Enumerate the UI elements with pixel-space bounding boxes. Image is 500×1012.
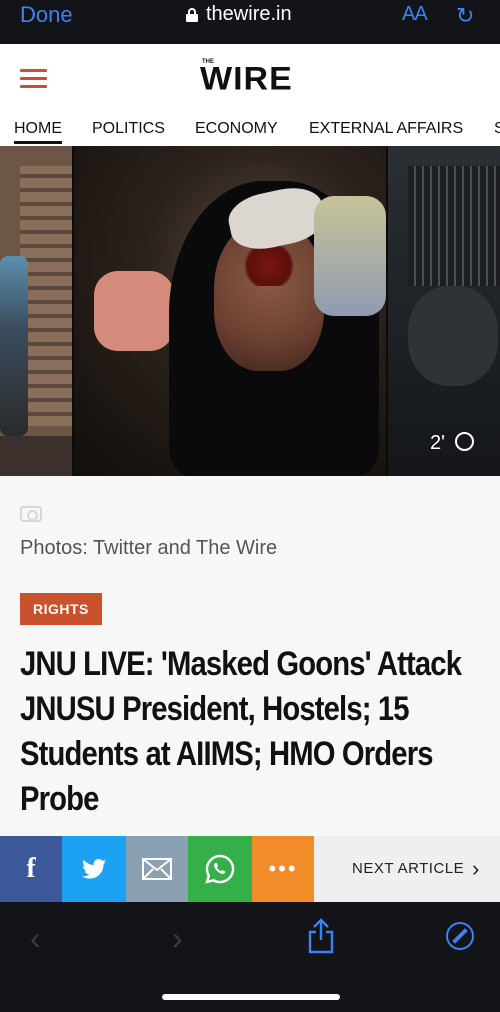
video-duration: 2' [430, 432, 474, 455]
share-icon[interactable] [306, 918, 336, 954]
facebook-share-button[interactable]: f [0, 836, 62, 902]
reload-icon[interactable]: ↻ [456, 3, 474, 29]
whatsapp-icon [205, 854, 235, 884]
whatsapp-share-button[interactable] [188, 836, 252, 902]
address-bar[interactable]: thewire.in [186, 3, 292, 26]
site-logo[interactable]: THE WIRE [200, 56, 293, 99]
twitter-share-button[interactable] [62, 836, 126, 902]
photo-main-panel [74, 146, 386, 476]
done-button[interactable]: Done [20, 2, 73, 28]
hamburger-menu-icon[interactable] [20, 69, 47, 89]
nav-item-overflow[interactable]: S [494, 120, 500, 138]
section-nav: HOME POLITICS ECONOMY EXTERNAL AFFAIRS S [0, 114, 500, 146]
camera-icon [20, 506, 42, 522]
chevron-right-icon[interactable]: › [472, 856, 479, 882]
url-text: thewire.in [206, 3, 292, 25]
lock-icon [186, 7, 198, 22]
home-indicator [162, 994, 340, 1000]
mail-icon [142, 858, 172, 880]
hero-photo[interactable]: 2' [0, 146, 500, 476]
site-header: THE WIRE [0, 44, 500, 114]
twitter-icon [82, 859, 106, 879]
safari-compass-icon[interactable] [446, 922, 474, 950]
nav-item-economy[interactable]: ECONOMY [195, 120, 278, 138]
more-share-button[interactable]: ••• [252, 836, 314, 902]
facebook-icon: f [26, 853, 36, 884]
clock-icon [454, 432, 474, 451]
article-header: Photos: Twitter and The Wire RIGHTS JNU … [0, 476, 500, 836]
forward-icon[interactable]: › [172, 920, 183, 957]
logo-text: WIRE [200, 60, 293, 98]
nav-item-politics[interactable]: POLITICS [92, 120, 165, 138]
nav-item-home[interactable]: HOME [14, 120, 62, 144]
back-icon[interactable]: ‹ [30, 920, 41, 957]
mail-share-button[interactable] [126, 836, 188, 902]
photo-right-panel [388, 146, 500, 476]
photo-left-panel [0, 146, 72, 476]
duration-text: 2' [430, 432, 445, 454]
next-article-link[interactable]: NEXT ARTICLE [352, 860, 464, 877]
category-badge[interactable]: RIGHTS [20, 593, 102, 625]
text-size-button[interactable]: AA [402, 3, 428, 26]
article-headline: JNU LIVE: 'Masked Goons' Attack JNUSU Pr… [20, 645, 462, 818]
photo-caption: Photos: Twitter and The Wire [20, 537, 278, 559]
nav-item-external-affairs[interactable]: EXTERNAL AFFAIRS [309, 120, 463, 138]
browser-top-bar: Done thewire.in AA ↻ [0, 0, 500, 44]
browser-bottom-toolbar: ‹ › [0, 902, 500, 1012]
share-bar: f ••• NEXT ARTICLE › [0, 836, 500, 902]
